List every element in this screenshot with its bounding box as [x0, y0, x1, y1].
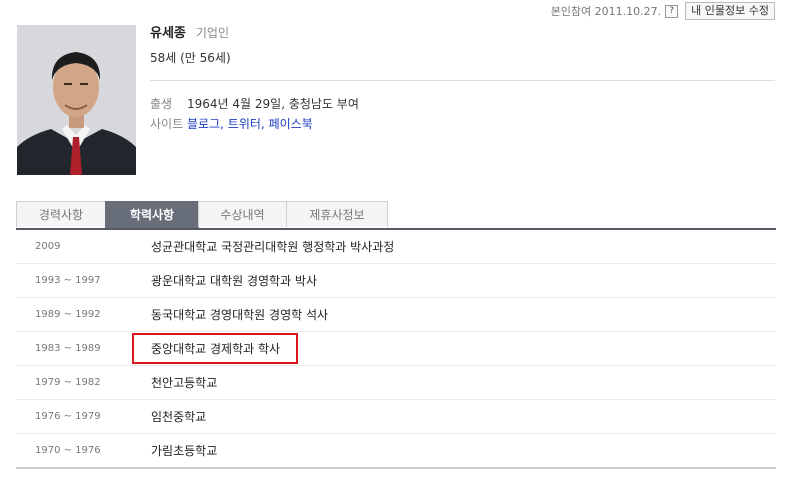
birth-row: 출생 1964년 4월 29일, 충청남도 부여: [150, 93, 775, 113]
education-school: 성균관대학교 국정관리대학원 행정학과 박사과정: [151, 240, 395, 254]
tab-education[interactable]: 학력사항: [105, 201, 199, 228]
education-row: 1993 ~ 1997 광운대학교 대학원 경영학과 박사: [16, 264, 776, 298]
education-period: 1983 ~ 1989: [35, 343, 101, 354]
profile-tabs: 경력사항 학력사항 수상내역 제휴사정보: [16, 201, 776, 230]
edit-profile-button[interactable]: 내 인물정보 수정: [685, 2, 775, 20]
self-confirm-text: 본인참여 2011.10.27.: [550, 5, 662, 18]
education-period: 1989 ~ 1992: [35, 309, 101, 320]
site-separator: ,: [220, 116, 224, 131]
blog-link[interactable]: 블로그: [187, 117, 220, 131]
site-label: 사이트: [150, 116, 184, 131]
education-period: 1970 ~ 1976: [35, 445, 101, 456]
tab-partner-info[interactable]: 제휴사정보: [286, 201, 388, 227]
info-divider: [150, 80, 775, 81]
person-name: 유세종: [150, 26, 186, 41]
profile-photo: [17, 25, 136, 175]
education-school: 광운대학교 대학원 경영학과 박사: [151, 274, 318, 288]
education-row: 1989 ~ 1992 동국대학교 경영대학원 경영학 석사: [16, 298, 776, 332]
education-period: 1976 ~ 1979: [35, 411, 101, 422]
help-icon[interactable]: ?: [665, 4, 679, 18]
education-period: 1993 ~ 1997: [35, 275, 101, 286]
education-row-highlighted: 1983 ~ 1989 중앙대학교 경제학과 학사: [16, 332, 776, 366]
education-school: 동국대학교 경영대학원 경영학 석사: [151, 308, 329, 322]
education-list: 2009 성균관대학교 국정관리대학원 행정학과 박사과정 1993 ~ 199…: [16, 230, 776, 469]
education-school: 임천중학교: [151, 410, 207, 424]
profile-photo-image: [17, 25, 136, 175]
education-row: 1976 ~ 1979 임천중학교: [16, 400, 776, 434]
birth-value: 1964년 4월 29일, 충청남도 부여: [187, 96, 359, 111]
education-row: 1970 ~ 1976 가림초등학교: [16, 434, 776, 469]
highlight-box: [132, 333, 298, 364]
profile-info: 유세종 기업인 58세 (만 56세) 출생 1964년 4월 29일, 충청남…: [150, 22, 775, 133]
birth-label: 출생: [150, 96, 173, 111]
site-separator: ,: [260, 116, 265, 131]
twitter-link[interactable]: 트위터: [228, 117, 261, 131]
education-row: 2009 성균관대학교 국정관리대학원 행정학과 박사과정: [16, 230, 776, 264]
education-period: 2009: [35, 241, 61, 252]
person-age: 58세 (만 56세): [150, 51, 231, 65]
tab-awards[interactable]: 수상내역: [198, 201, 287, 227]
education-period: 1979 ~ 1982: [35, 377, 101, 388]
education-school: 천안고등학교: [151, 376, 218, 390]
person-role: 기업인: [195, 26, 230, 40]
education-row: 1979 ~ 1982 천안고등학교: [16, 366, 776, 400]
education-school: 가림초등학교: [151, 444, 218, 458]
tab-career[interactable]: 경력사항: [16, 201, 106, 227]
top-bar: 본인참여 2011.10.27. ? 내 인물정보 수정: [551, 2, 775, 20]
site-row: 사이트 블로그, 트위터, 페이스북: [150, 113, 775, 133]
facebook-link[interactable]: 페이스북: [269, 117, 313, 131]
